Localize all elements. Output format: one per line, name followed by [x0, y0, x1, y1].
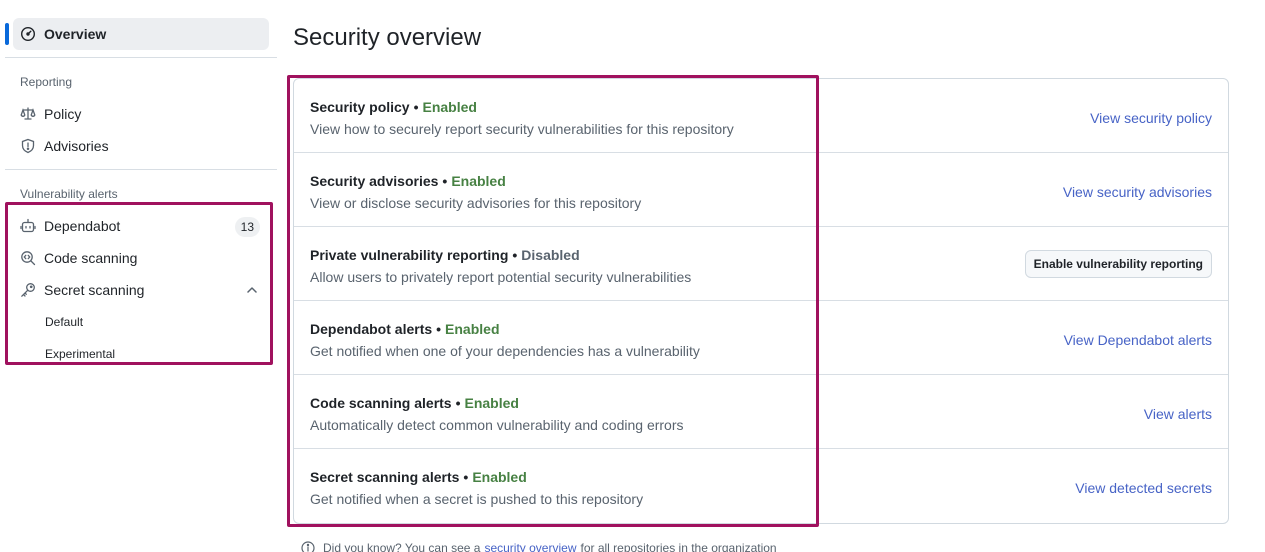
highlight-box-features: [287, 75, 819, 527]
enable-vulnerability-reporting-button[interactable]: Enable vulnerability reporting: [1024, 250, 1212, 278]
sidebar-item-label: Advisories: [44, 138, 109, 154]
shield-icon: [20, 138, 36, 154]
info-icon: [301, 541, 315, 552]
view-alerts-link[interactable]: View alerts: [1144, 406, 1212, 422]
section-title-vulnerability-alerts: Vulnerability alerts: [20, 187, 118, 201]
footer-tip: Did you know? You can see a security ove…: [301, 541, 777, 552]
sidebar-item-label: Overview: [44, 26, 107, 42]
sidebar-item-advisories[interactable]: Advisories: [13, 130, 269, 162]
highlight-box-sidebar: [5, 202, 273, 365]
view-security-advisories-link[interactable]: View security advisories: [1063, 184, 1212, 200]
footer-text-suffix: for all repositories in the organization: [580, 541, 777, 552]
view-dependabot-alerts-link[interactable]: View Dependabot alerts: [1064, 332, 1212, 348]
sidebar-divider: [5, 169, 277, 170]
active-indicator: [5, 23, 9, 45]
section-title-reporting: Reporting: [20, 75, 73, 89]
sidebar-item-label: Policy: [44, 106, 82, 122]
law-icon: [20, 106, 36, 122]
meter-icon: [20, 26, 36, 42]
view-detected-secrets-link[interactable]: View detected secrets: [1075, 480, 1212, 496]
view-security-policy-link[interactable]: View security policy: [1090, 110, 1212, 126]
sidebar-divider: [5, 57, 277, 58]
footer-text-prefix: Did you know? You can see a: [323, 541, 481, 552]
page-title: Security overview: [293, 24, 482, 51]
sidebar-item-policy[interactable]: Policy: [13, 98, 269, 130]
sidebar-item-overview[interactable]: Overview: [13, 18, 269, 50]
security-overview-link[interactable]: security overview: [484, 541, 576, 552]
